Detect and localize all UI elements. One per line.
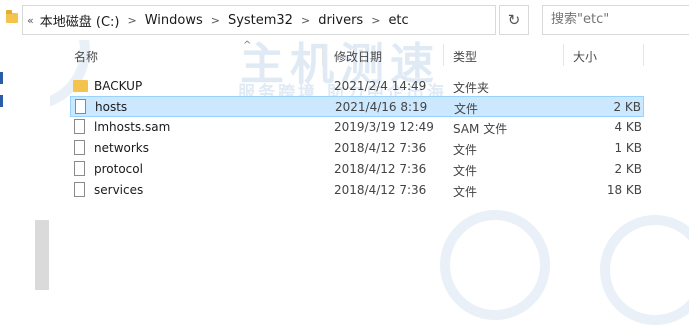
file-date: 2021/4/16 8:19 [335,100,428,114]
chevron-right-icon[interactable]: > [293,14,318,27]
file-icon [75,99,86,114]
address-box[interactable]: « 本地磁盘 (C:) > Windows > System32 > drive… [22,5,508,35]
refresh-icon: ↻ [507,11,521,29]
column-type[interactable]: 类型 [453,48,477,65]
file-size: 2 KB [614,162,642,176]
file-type: 文件 [453,185,478,199]
watermark-ring [600,215,689,325]
file-row[interactable]: protocol 2018/4/12 7:36 文件 2 KB [70,159,644,180]
address-bar: « 本地磁盘 (C:) > Windows > System32 > drive… [0,0,689,40]
file-date: 2021/2/4 14:49 [334,79,427,93]
breadcrumb-etc[interactable]: etc [388,13,408,28]
file-size: 2 KB [613,100,641,114]
file-icon [74,182,85,197]
nav-indicator [0,72,3,84]
nav-indicator [0,95,3,107]
refresh-button[interactable]: ↻ [499,5,529,35]
file-date: 2018/4/12 7:36 [334,183,427,197]
file-name: BACKUP [94,79,143,93]
file-icon [74,161,85,176]
folder-icon [73,80,88,92]
column-header: ^ 名称 修改日期 类型 大小 [50,40,689,70]
file-row[interactable]: BACKUP 2021/2/4 14:49 文件夹 [70,76,644,97]
file-date: 2018/4/12 7:36 [334,141,427,155]
file-size: 18 KB [606,183,642,197]
chevron-right-icon[interactable]: > [203,14,228,27]
breadcrumb: « 本地磁盘 (C:) > Windows > System32 > drive… [27,6,409,34]
file-row-selected[interactable]: hosts 2021/4/16 8:19 文件 2 KB [70,96,644,117]
file-row[interactable]: lmhosts.sam 2019/3/19 12:49 SAM 文件 4 KB [70,117,644,138]
chevron-right-icon[interactable]: > [363,14,388,27]
file-type: 文件夹 [453,81,490,95]
file-type: 文件 [454,102,479,116]
watermark-ring [440,210,550,320]
column-name[interactable]: 名称 [74,48,98,65]
file-row[interactable]: networks 2018/4/12 7:36 文件 1 KB [70,138,644,159]
column-date[interactable]: 修改日期 [334,48,382,65]
file-name: lmhosts.sam [94,120,171,134]
breadcrumb-windows[interactable]: Windows [145,13,203,28]
column-size[interactable]: 大小 [573,48,597,65]
file-date: 2018/4/12 7:36 [334,162,427,176]
search-box[interactable] [542,5,689,35]
file-type: 文件 [453,164,478,178]
column-divider[interactable] [563,44,564,66]
search-input[interactable] [543,6,689,33]
folder-icon [6,10,18,23]
file-row[interactable]: services 2018/4/12 7:36 文件 18 KB [70,180,644,201]
breadcrumb-drive[interactable]: 本地磁盘 (C:) [40,11,120,30]
file-icon [74,119,85,134]
file-type: SAM 文件 [453,122,508,136]
file-name: services [94,183,144,197]
file-date: 2019/3/19 12:49 [334,120,434,134]
breadcrumb-system32[interactable]: System32 [228,13,293,28]
column-divider[interactable] [443,44,444,66]
file-icon [74,140,85,155]
column-divider[interactable] [322,44,323,66]
scrollbar[interactable] [35,220,49,290]
file-size: 4 KB [614,120,642,134]
file-size: 1 KB [614,141,642,155]
breadcrumb-drivers[interactable]: drivers [318,13,363,28]
file-name: hosts [95,100,128,114]
overflow-chevron-icon[interactable]: « [27,14,40,27]
chevron-right-icon[interactable]: > [119,14,144,27]
column-divider[interactable] [643,44,644,66]
file-name: networks [94,141,149,155]
navigation-pane[interactable] [0,40,50,290]
file-type: 文件 [453,143,478,157]
file-name: protocol [94,162,143,176]
sort-ascending-icon: ^ [243,40,252,51]
